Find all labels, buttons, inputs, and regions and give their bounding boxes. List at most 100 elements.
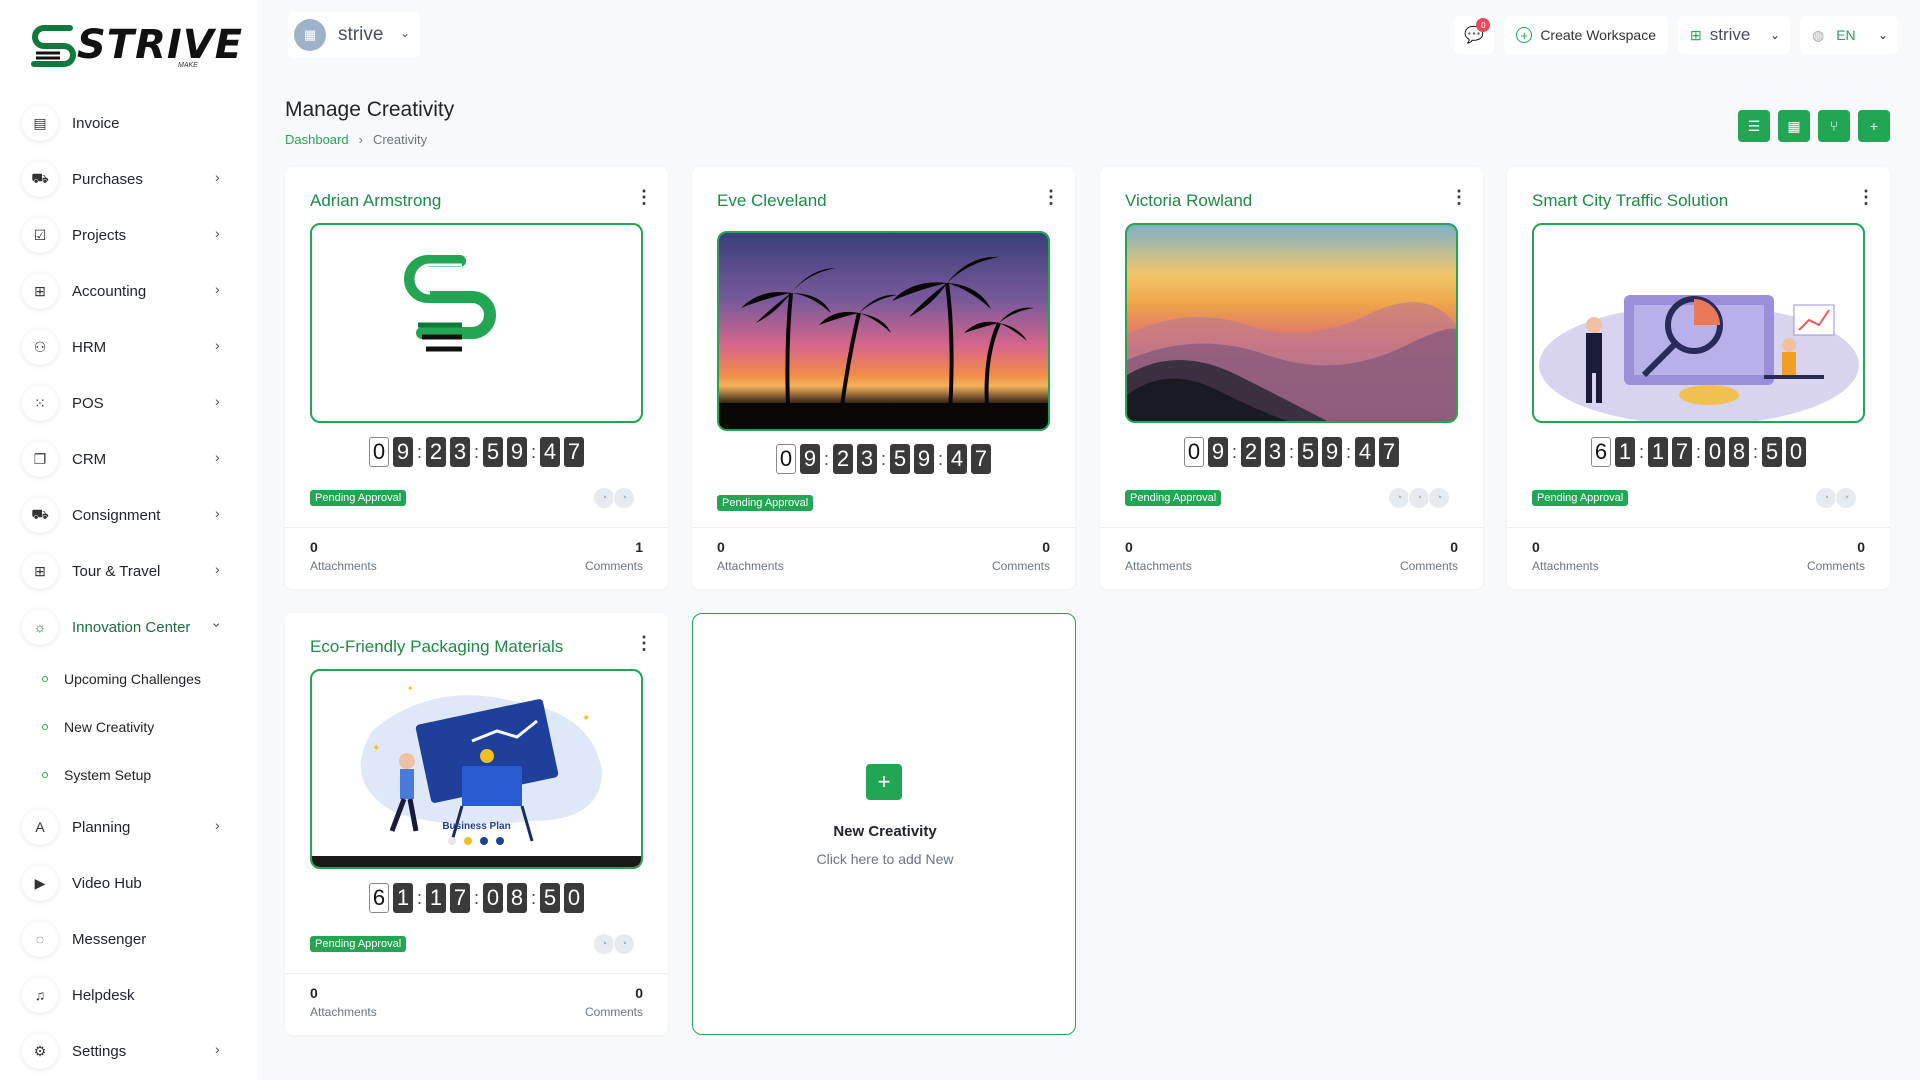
more-icon[interactable]: ⋮ <box>1857 188 1875 206</box>
grid-view-button[interactable]: ▦ <box>1778 110 1810 142</box>
countdown-timer: 61: 17: 08: 50 <box>1507 437 1890 467</box>
sidebar-item-crm[interactable]: ❐ CRM › <box>0 431 258 487</box>
workspace-select[interactable]: ⊞ strive ⌄ <box>1678 16 1790 54</box>
sidebar-item-label: Accounting <box>72 282 147 300</box>
creativity-card[interactable]: Eve Cleveland ⋮ 09: 23: 59: 47 Pending A… <box>692 167 1075 589</box>
more-icon[interactable]: ⋮ <box>1042 188 1060 206</box>
sidebar-item-accounting[interactable]: ⊞ Accounting › <box>0 263 258 319</box>
chevron-right-icon: › <box>215 225 220 241</box>
card-title[interactable]: Victoria Rowland <box>1125 191 1252 211</box>
sidebar-item-messenger[interactable]: ◌ Messenger <box>0 911 258 967</box>
chevron-right-icon: › <box>358 132 363 147</box>
attachments-count: 0 <box>1532 539 1540 555</box>
attachments-stat: 0 Attachments <box>310 539 377 573</box>
timer-digit: 9 <box>1207 437 1228 467</box>
sidebar-subitem-new-creativity[interactable]: New Creativity <box>0 703 258 751</box>
attachments-count: 0 <box>1125 539 1133 555</box>
avatar: ◔ <box>593 487 615 509</box>
sidebar-item-hrm[interactable]: ⚇ HRM › <box>0 319 258 375</box>
card-image <box>1532 223 1865 423</box>
sidebar-item-tour-travel[interactable]: ⊞ Tour & Travel › <box>0 543 258 599</box>
timer-digit: 7 <box>971 444 992 474</box>
creativity-card[interactable]: Victoria Rowland ⋮ 09: 23: 59: 47 Pendin… <box>1100 167 1483 589</box>
avatar: ◔ <box>1815 487 1837 509</box>
workspace-switcher[interactable]: ▦ strive ⌄ <box>288 12 420 58</box>
sidebar-item-helpdesk[interactable]: ♫ Helpdesk <box>0 967 258 1023</box>
logo-s-icon <box>404 255 496 352</box>
timer-digit: 7 <box>1379 437 1400 467</box>
comments-count: 0 <box>635 985 643 1001</box>
creativity-card[interactable]: Adrian Armstrong ⋮ 09: 23: 59: 47 Pendin… <box>285 167 668 589</box>
comments-count: 1 <box>635 539 643 555</box>
sidebar-item-projects[interactable]: ☑ Projects › <box>0 207 258 263</box>
card-image <box>717 231 1050 431</box>
comments-stat: 0 Comments <box>585 985 643 1019</box>
sidebar-item-label: Helpdesk <box>72 986 135 1004</box>
sidebar-item-invoice[interactable]: ▤ Invoice <box>0 95 258 151</box>
member-avatars: ◔ ◔ <box>593 487 635 509</box>
tree-view-button[interactable]: ⑂ <box>1818 110 1850 142</box>
cart-icon: ⛟ <box>22 161 58 197</box>
create-workspace-button[interactable]: + Create Workspace <box>1504 16 1668 54</box>
sidebar-item-label: Projects <box>72 226 127 244</box>
attachments-label: Attachments <box>1125 559 1192 573</box>
divider <box>692 527 1075 528</box>
video-icon: ▶ <box>22 865 58 901</box>
creativity-card[interactable]: Smart City Traffic Solution ⋮ 61: 17: 08… <box>1507 167 1890 589</box>
member-avatars: ◔ ◔ ◔ <box>1388 487 1450 509</box>
creativity-card[interactable]: Eco-Friendly Packaging Materials ⋮ ✦ ✦ ✦… <box>285 613 668 1035</box>
sidebar-item-innovation-center[interactable]: ☼ Innovation Center › <box>0 599 258 655</box>
sidebar-item-purchases[interactable]: ⛟ Purchases › <box>0 151 258 207</box>
list-view-button[interactable]: ☰ <box>1738 110 1770 142</box>
bullet-icon <box>42 676 48 682</box>
more-icon[interactable]: ⋮ <box>1450 188 1468 206</box>
sidebar-subitem-upcoming-challenges[interactable]: Upcoming Challenges <box>0 655 258 703</box>
apps-icon: ⊞ <box>22 553 58 589</box>
sidebar-item-label: Planning <box>72 818 131 836</box>
sidebar-item-label: Innovation Center <box>72 618 191 636</box>
sidebar-item-label: Video Hub <box>72 874 142 892</box>
list-icon: ☰ <box>1747 117 1761 134</box>
new-creativity-card[interactable]: + New Creativity Click here to add New <box>692 613 1076 1035</box>
chevron-right-icon: › <box>215 449 220 465</box>
card-title[interactable]: Adrian Armstrong <box>310 191 441 211</box>
sidebar-item-video-hub[interactable]: ▶ Video Hub <box>0 855 258 911</box>
more-icon[interactable]: ⋮ <box>635 634 653 652</box>
card-title[interactable]: Eco-Friendly Packaging Materials <box>310 637 563 657</box>
divider <box>285 527 668 528</box>
sidebar-item-label: Messenger <box>72 930 147 948</box>
sidebar-item-label: POS <box>72 394 104 412</box>
language-select[interactable]: ◍ EN ⌄ <box>1800 16 1898 54</box>
layers-icon: ❐ <box>22 441 58 477</box>
timer-digit: 2 <box>425 437 446 467</box>
avatar: ◔ <box>613 933 635 955</box>
page-header: Manage Creativity Dashboard › Creativity <box>285 98 454 147</box>
timer-digit: 5 <box>483 437 503 467</box>
sidebar-item-pos[interactable]: ⁙ POS › <box>0 375 258 431</box>
avatar: ◔ <box>1428 487 1450 509</box>
timer-digit: 0 <box>368 437 389 467</box>
messages-button[interactable]: 💬 0 <box>1454 16 1495 54</box>
chevron-right-icon: › <box>215 393 220 409</box>
dots-grid-icon: ⁙ <box>22 385 58 421</box>
more-icon[interactable]: ⋮ <box>635 188 653 206</box>
sidebar-item-settings[interactable]: ⚙ Settings › <box>0 1023 258 1079</box>
add-button[interactable]: + <box>1858 110 1890 142</box>
comments-count: 0 <box>1857 539 1865 555</box>
sidebar-item-consignment[interactable]: ⛟ Consignment › <box>0 487 258 543</box>
attachments-label: Attachments <box>310 1005 377 1019</box>
timer-digit: 1 <box>425 883 446 913</box>
sidebar-subitem-system-setup[interactable]: System Setup <box>0 751 258 799</box>
comments-label: Comments <box>584 559 643 573</box>
timer-digit: 0 <box>1786 437 1807 467</box>
timer-digit: 3 <box>856 444 877 474</box>
card-title[interactable]: Smart City Traffic Solution <box>1532 191 1728 211</box>
new-card-title: New Creativity <box>833 823 937 840</box>
status-badge: Pending Approval <box>717 495 814 511</box>
breadcrumb-dashboard[interactable]: Dashboard <box>285 132 349 147</box>
chevron-right-icon: › <box>215 169 220 185</box>
timer-digit: 0 <box>564 883 585 913</box>
sidebar-item-planning[interactable]: A Planning › <box>0 799 258 855</box>
brand-logo[interactable]: STRIVE MAKE <box>30 18 242 74</box>
card-title[interactable]: Eve Cleveland <box>717 191 827 211</box>
